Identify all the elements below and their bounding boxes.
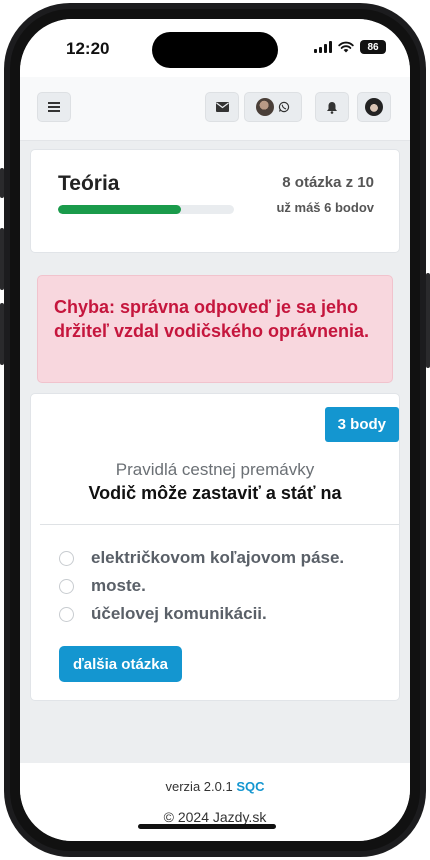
points-badge: 3 body bbox=[324, 407, 399, 442]
answer-option[interactable]: účelovej komunikácii. bbox=[59, 600, 344, 628]
version-text: verzia 2.0.1 bbox=[165, 779, 233, 794]
bell-icon bbox=[327, 101, 337, 114]
sqc-link[interactable]: SQC bbox=[236, 779, 264, 794]
wifi-icon bbox=[338, 41, 354, 53]
status-bar: 12:20 86 bbox=[20, 19, 410, 77]
points-status: už máš 6 bodov bbox=[276, 200, 374, 215]
answer-option[interactable]: moste. bbox=[59, 572, 344, 600]
answer-option-label: električkovom koľajovom páse. bbox=[91, 548, 345, 567]
whatsapp-icon bbox=[278, 101, 290, 113]
side-button bbox=[0, 168, 4, 198]
version-info: verzia 2.0.1 SQC bbox=[20, 779, 410, 794]
footer: verzia 2.0.1 SQC © 2024 Jazdy.sk bbox=[20, 763, 410, 841]
question-text: Vodič môže zastaviť a stáť na bbox=[88, 483, 342, 503]
status-time: 12:20 bbox=[66, 39, 110, 58]
home-indicator[interactable] bbox=[138, 824, 276, 829]
answer-option-label: účelovej komunikácii. bbox=[91, 604, 267, 623]
radio-button[interactable] bbox=[59, 550, 74, 566]
phone-frame: 12:20 86 Teória 8 otázka z 10 už máš 6 b… bbox=[0, 3, 430, 857]
answer-option[interactable]: električkovom koľajovom páse. bbox=[59, 544, 344, 572]
section-title: Teória bbox=[58, 172, 120, 195]
battery-icon: 86 bbox=[360, 40, 386, 54]
menu-button[interactable] bbox=[37, 92, 71, 122]
progress-bar bbox=[58, 205, 234, 214]
error-alert-text: Chyba: správna odpoveď je sa jeho držite… bbox=[54, 297, 370, 341]
signal-icon bbox=[314, 41, 332, 53]
whatsapp-contact-button[interactable] bbox=[244, 92, 302, 122]
user-avatar bbox=[365, 98, 383, 116]
status-icons: 86 bbox=[314, 40, 386, 54]
hamburger-menu-icon bbox=[48, 102, 60, 112]
answer-options: električkovom koľajovom páse. moste. úče… bbox=[59, 544, 344, 628]
envelope-icon bbox=[215, 102, 229, 112]
progress-bar-fill bbox=[58, 205, 182, 214]
top-navbar bbox=[20, 77, 410, 141]
divider bbox=[40, 524, 399, 525]
question-counter: 8 otázka z 10 bbox=[282, 174, 374, 191]
notifications-button[interactable] bbox=[315, 92, 349, 122]
side-button bbox=[0, 228, 4, 290]
radio-button[interactable] bbox=[59, 606, 74, 622]
mail-button[interactable] bbox=[205, 92, 239, 122]
radio-button[interactable] bbox=[59, 578, 74, 594]
side-button bbox=[426, 273, 430, 368]
question-card: 3 body Pravidlá cestnej premávky Vodič m… bbox=[30, 393, 400, 701]
next-question-button[interactable]: ďalšia otázka bbox=[59, 646, 182, 682]
copyright: © 2024 Jazdy.sk bbox=[163, 809, 267, 825]
side-button bbox=[0, 303, 4, 365]
error-alert: Chyba: správna odpoveď je sa jeho držite… bbox=[37, 275, 393, 383]
dynamic-island bbox=[152, 32, 278, 68]
contact-avatar bbox=[256, 98, 274, 116]
progress-card: Teória 8 otázka z 10 už máš 6 bodov bbox=[30, 149, 400, 253]
phone-screen: 12:20 86 Teória 8 otázka z 10 už máš 6 b… bbox=[20, 19, 410, 841]
question-category: Pravidlá cestnej premávky bbox=[115, 460, 315, 479]
answer-option-label: moste. bbox=[91, 576, 146, 595]
profile-button[interactable] bbox=[357, 92, 391, 122]
